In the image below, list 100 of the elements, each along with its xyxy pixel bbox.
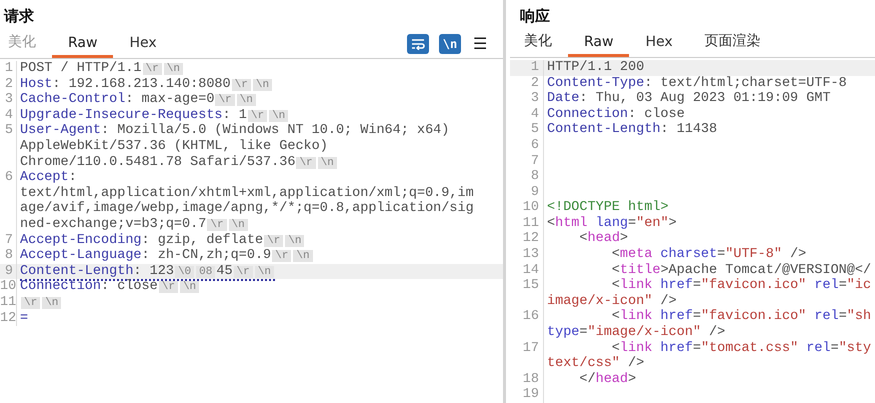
escape-marker: \r — [21, 296, 40, 309]
code-text: : Mozilla/5.0 (Windows NT 10.0; Win64; x64) — [101, 123, 450, 138]
code-text: : zh-CN,zh;q=0.9 — [142, 248, 272, 264]
view-tab[interactable]: 页面渲染 — [688, 26, 777, 57]
pane-title: 请求 — [2, 6, 35, 27]
tag-bracket: </ — [854, 262, 872, 278]
escape-marker: \n — [318, 156, 337, 169]
tag-bracket: </ — [578, 372, 596, 387]
escape-marker: \r — [232, 78, 251, 91]
line-number: 5 — [0, 123, 17, 170]
escape-marker: \n — [180, 281, 200, 294]
escape-marker: \n — [252, 78, 272, 91]
line-number: 7 — [510, 154, 544, 170]
wrap-lines-button[interactable] — [407, 34, 429, 54]
escape-marker: \n — [164, 63, 183, 75]
code-text: : 11438 — [660, 122, 718, 138]
code-text: : close — [101, 279, 158, 294]
code-text: : 1 — [222, 108, 247, 123]
code-text: : close — [628, 106, 685, 122]
escape-marker: \r — [142, 63, 162, 75]
escape-marker: \r — [248, 110, 268, 122]
tag-bracket: /> — [627, 356, 644, 372]
menu-button[interactable]: ☰ — [471, 34, 489, 54]
header-name: User-Agent — [20, 123, 102, 138]
view-tab[interactable]: 美化 — [510, 26, 568, 57]
code-text: POST / HTTP/1.1 — [20, 61, 142, 76]
tag-bracket: < — [610, 309, 620, 324]
header-name: Date — [547, 91, 580, 106]
line-number: 8 — [510, 169, 544, 185]
tag-bracket: < — [578, 231, 588, 246]
escape-marker: \n — [42, 296, 62, 309]
tag-bracket: /> — [659, 294, 677, 309]
code-text: : text/html;charset=UTF-8 — [644, 76, 847, 91]
line-number: 2 — [0, 76, 17, 92]
attribute-value: text/css" — [547, 356, 620, 372]
header-name: = — [20, 310, 28, 326]
code-text: Apache Tomcat/@VERSION@ — [668, 262, 855, 278]
show-newlines-button[interactable]: \n — [439, 34, 461, 54]
line-number: 5 — [510, 122, 544, 138]
view-tab[interactable]: Raw — [568, 28, 630, 57]
tag-bracket: > — [668, 216, 677, 231]
header-name: Accept-Language — [20, 248, 142, 264]
escape-marker: \r — [234, 266, 253, 278]
view-tab[interactable]: Hex — [629, 28, 689, 57]
code-text: : — [68, 170, 77, 186]
line-number: 10 — [510, 200, 544, 216]
header-name: Cache-Control — [20, 92, 126, 108]
tag-bracket: = — [838, 309, 847, 324]
header-name: Accept-Encoding — [20, 232, 142, 248]
tag-bracket: = — [692, 278, 701, 294]
escape-marker: \r — [207, 218, 227, 231]
line-number: 16 — [510, 309, 544, 341]
tag-bracket: = — [628, 216, 636, 231]
view-tab[interactable]: Hex — [113, 29, 173, 58]
header-name: Accept — [20, 170, 69, 186]
view-tab[interactable]: Raw — [52, 29, 114, 58]
tag-bracket: < — [547, 216, 556, 231]
attribute-value: "favicon.ico" — [700, 309, 806, 324]
line-number: 12 — [0, 310, 17, 326]
tag-name: head — [596, 372, 628, 387]
line-number: 14 — [510, 262, 544, 278]
code-text: : Thu, 03 Aug 2023 01:19:09 GMT — [579, 91, 831, 106]
code-text: ned-exchange;v=b3;q=0.7 — [20, 216, 206, 232]
tag-bracket: > — [628, 372, 636, 387]
attribute-value: "image/x-icon" — [588, 325, 701, 340]
attribute-name: rel — [805, 340, 831, 356]
tag-bracket: > — [660, 262, 669, 278]
code-text: 45 — [216, 264, 233, 279]
attribute-value: "sty — [838, 340, 872, 356]
attribute-value: "en" — [636, 216, 669, 231]
code-text: AppleWebKit/537.36 (KHTML, like Gecko) — [20, 138, 328, 154]
wrap-lines-icon — [411, 38, 425, 50]
escape-marker: \r — [264, 234, 284, 247]
tag-bracket: /> — [708, 325, 726, 340]
line-number: 19 — [510, 387, 544, 403]
tag-bracket: = — [579, 325, 588, 340]
code-text: text/html,application/xhtml+xml,application/xml;q=0.9,im — [20, 186, 474, 201]
line-number: 7 — [0, 232, 17, 248]
header-name: Upgrade-Insecure-Requests — [20, 108, 223, 123]
line-number: 18 — [510, 372, 544, 388]
line-number: 15 — [510, 278, 544, 310]
line-number: 10 — [0, 279, 17, 295]
escape-marker: \r — [296, 156, 316, 169]
line-number: 12 — [510, 231, 544, 248]
escape-marker: \n — [236, 94, 256, 106]
header-name: Content-Length — [547, 122, 660, 138]
code-text: : 123 — [133, 264, 174, 279]
line-number: 1 — [510, 60, 544, 76]
tag-name: title — [620, 262, 660, 278]
code-text: age/avif,image/webp,image/apng,*/*;q=0.8,application/sig — [20, 201, 474, 216]
line-number: 11 — [0, 294, 17, 310]
header-name: Connection — [20, 279, 102, 294]
attribute-name: rel — [813, 309, 839, 324]
tag-name: link — [620, 309, 652, 324]
attribute-name: href — [659, 309, 693, 324]
line-number: 3 — [510, 91, 544, 107]
line-number: 17 — [510, 340, 544, 372]
tag-bracket: = — [830, 340, 839, 356]
tag-name: link — [620, 340, 652, 356]
escape-marker: \r — [272, 250, 292, 262]
